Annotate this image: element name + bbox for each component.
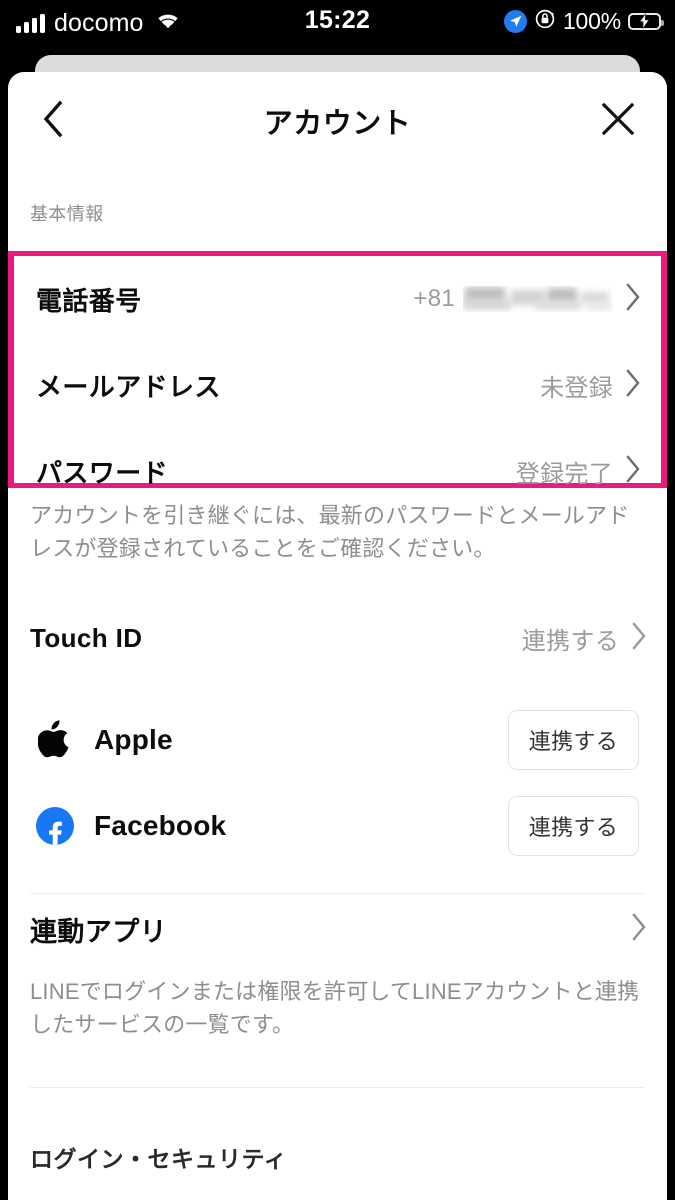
section-label-basic-info: 基本情報 [30,204,104,224]
phone-number-redacted-blur [463,286,613,312]
link-facebook-button[interactable]: 連携する [507,796,639,857]
chevron-right-icon [631,912,647,946]
account-content: 基本情報 電話番号 +81 メールアドレス 未登録 パスワード 登録完了 アカウ… [8,170,667,1174]
location-arrow-icon [503,9,527,33]
row-touch-id[interactable]: Touch ID 連携する [8,595,667,681]
page-title: アカウント [263,108,412,140]
row-email-address-label: メールアドレス [36,371,221,402]
status-bar-right: 100% [503,7,664,35]
row-provider-apple: Apple 連携する [8,697,667,783]
modal-header: アカウント [8,72,667,170]
row-linked-apps[interactable]: 連動アプリ [8,894,667,964]
chevron-right-icon [625,282,641,316]
close-icon [601,102,635,141]
row-email-address-value: 未登録 [540,374,613,402]
row-password-value: 登録完了 [515,460,613,488]
battery-charging-icon [628,12,664,30]
row-phone-number[interactable]: 電話番号 +81 [14,256,661,342]
facebook-logo-icon [32,807,78,846]
chevron-right-icon [625,454,641,488]
section-label-login-security: ログイン・セキュリティ [30,1146,288,1173]
phone-screen: docomo 15:22 100% アカウント 基本情報 電話番号 +81 メー… [0,0,675,1200]
row-provider-facebook-label: Facebook [94,810,227,842]
row-linked-apps-label: 連動アプリ [30,916,167,947]
phone-country-code: +81 [413,285,455,312]
rotation-lock-icon [534,8,556,35]
account-modal-sheet: アカウント 基本情報 電話番号 +81 メールアドレス 未登録 パスワード 登録… [8,72,667,1200]
linked-apps-description: LINEでログインまたは権限を許可してLINEアカウントと連携したサービスの一覧… [30,979,640,1037]
chevron-right-icon [631,621,647,655]
row-phone-number-value: +81 [413,285,613,313]
row-provider-facebook: Facebook 連携する [8,783,667,869]
row-password[interactable]: パスワード 登録完了 [14,428,661,514]
basic-info-highlight-box: 電話番号 +81 メールアドレス 未登録 パスワード 登録完了 [8,251,667,488]
row-phone-number-label: 電話番号 [36,285,142,316]
row-password-label: パスワード [36,457,169,488]
status-bar: docomo 15:22 100% [0,0,675,52]
chevron-right-icon [625,368,641,402]
row-touch-id-value: 連携する [521,627,619,655]
battery-percent-label: 100% [562,7,621,34]
row-email-address[interactable]: メールアドレス 未登録 [14,342,661,428]
link-apple-button[interactable]: 連携する [507,710,639,771]
row-provider-apple-label: Apple [94,724,173,756]
close-button[interactable] [587,72,649,170]
apple-logo-icon [32,720,78,760]
row-touch-id-label: Touch ID [30,622,143,653]
